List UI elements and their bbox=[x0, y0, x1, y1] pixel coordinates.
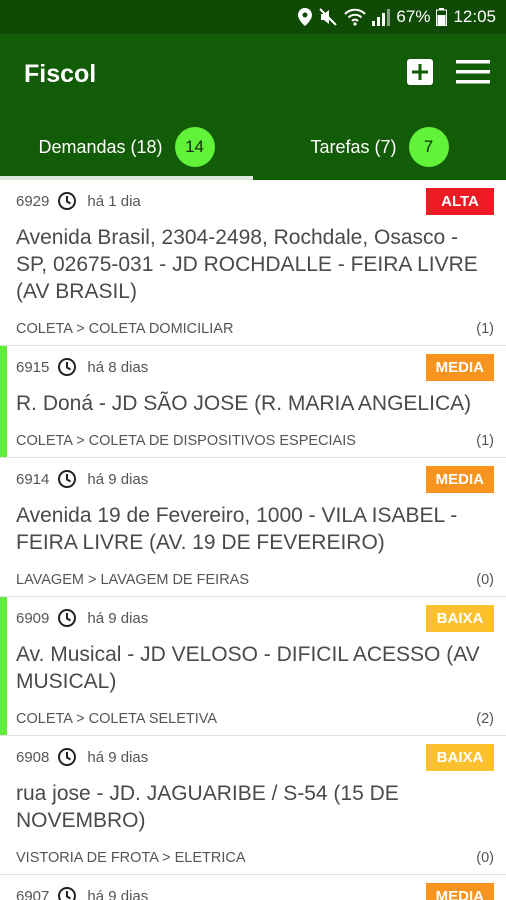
priority-badge: BAIXA bbox=[426, 743, 494, 771]
demand-id: 6908 bbox=[16, 748, 50, 766]
demand-age: há 9 dias bbox=[87, 748, 149, 766]
app-bar: Fiscol bbox=[0, 34, 506, 114]
clock-icon bbox=[57, 747, 77, 767]
demand-id: 6915 bbox=[16, 358, 50, 376]
demand-id: 6929 bbox=[16, 192, 50, 210]
location-icon bbox=[298, 8, 313, 26]
demand-age: há 9 dias bbox=[87, 887, 149, 900]
clock-icon bbox=[57, 191, 77, 211]
hamburger-menu-icon bbox=[456, 59, 490, 90]
demand-count: (1) bbox=[476, 433, 494, 449]
app-title: Fiscol bbox=[24, 59, 97, 88]
add-button[interactable] bbox=[406, 58, 434, 91]
clock-icon bbox=[57, 357, 77, 377]
priority-badge: MEDIA bbox=[425, 353, 494, 381]
demand-category: VISTORIA DE FROTA > ELETRICA bbox=[16, 850, 246, 866]
clock-icon bbox=[57, 469, 77, 489]
demand-id: 6909 bbox=[16, 609, 50, 627]
demand-count: (1) bbox=[476, 321, 494, 337]
demand-address: rua jose - JD. JAGUARIBE / S-54 (15 DE N… bbox=[16, 782, 399, 832]
demand-age: há 9 dias bbox=[87, 609, 149, 627]
priority-badge: BAIXA bbox=[426, 604, 494, 632]
list-item[interactable]: 6907 há 9 dias MEDIA bbox=[0, 875, 506, 900]
tab-label: Demandas (18) bbox=[38, 136, 163, 157]
tab-label: Tarefas (7) bbox=[310, 136, 397, 157]
demand-id: 6914 bbox=[16, 470, 50, 488]
demand-address: Avenida Brasil, 2304-2498, Rochdale, Osa… bbox=[16, 226, 478, 303]
demand-count: (2) bbox=[476, 711, 494, 727]
demand-list[interactable]: 6929 há 1 dia ALTA Avenida Brasil, 2304-249… bbox=[0, 180, 506, 900]
clock-icon bbox=[57, 608, 77, 628]
demand-age: há 8 dias bbox=[87, 358, 149, 376]
count-badge: 14 bbox=[174, 127, 215, 167]
demand-address: Avenida 19 de Fevereiro, 1000 - VILA ISA… bbox=[16, 504, 458, 554]
demand-category: COLETA > COLETA SELETIVA bbox=[16, 711, 218, 727]
tab-bar: Demandas (18) 14 Tarefas (7) 7 bbox=[0, 114, 506, 180]
mute-icon bbox=[318, 8, 338, 26]
list-item[interactable]: 6908 há 9 dias BAIXA rua jose - JD. JAGUARI… bbox=[0, 736, 506, 875]
demand-age: há 9 dias bbox=[87, 470, 149, 488]
demand-id: 6907 bbox=[16, 887, 50, 900]
priority-badge: MEDIA bbox=[425, 465, 494, 493]
tab-demandas[interactable]: Demandas (18) 14 bbox=[0, 114, 253, 180]
demand-age: há 1 dia bbox=[87, 192, 141, 210]
wifi-icon bbox=[344, 8, 367, 26]
list-item[interactable]: 6915 há 8 dias MEDIA R. Doná - JD SÃO JOSE … bbox=[0, 346, 506, 458]
clock-time: 12:05 bbox=[453, 7, 496, 26]
demand-count: (0) bbox=[476, 850, 494, 866]
count-badge: 7 bbox=[408, 127, 449, 167]
demand-address: Av. Musical - JD VELOSO - DIFICIL ACESSO… bbox=[16, 643, 480, 693]
signal-icon bbox=[372, 8, 391, 26]
list-item[interactable]: 6929 há 1 dia ALTA Avenida Brasil, 2304-249… bbox=[0, 180, 506, 346]
battery-icon bbox=[436, 8, 448, 26]
tab-tarefas[interactable]: Tarefas (7) 7 bbox=[253, 114, 506, 180]
list-item[interactable]: 6914 há 9 dias MEDIA Avenida 19 de Fevereir… bbox=[0, 458, 506, 597]
demand-count: (0) bbox=[476, 572, 494, 588]
demand-category: COLETA > COLETA DOMICILIAR bbox=[16, 321, 234, 337]
priority-badge: MEDIA bbox=[425, 882, 494, 900]
add-box-icon bbox=[406, 58, 434, 91]
priority-badge: ALTA bbox=[426, 187, 494, 215]
menu-button[interactable] bbox=[456, 59, 490, 90]
demand-category: COLETA > COLETA DE DISPOSITIVOS ESPECIAI… bbox=[16, 433, 356, 449]
clock-icon bbox=[57, 886, 77, 900]
demand-address: R. Doná - JD SÃO JOSE (R. MARIA ANGELICA… bbox=[16, 392, 472, 415]
demand-category: LAVAGEM > LAVAGEM DE FEIRAS bbox=[16, 572, 250, 588]
battery-percent: 67% bbox=[396, 7, 431, 26]
status-bar: 67% 12:05 bbox=[0, 0, 506, 34]
list-item[interactable]: 6909 há 9 dias BAIXA Av. Musical - JD VELOS… bbox=[0, 597, 506, 736]
